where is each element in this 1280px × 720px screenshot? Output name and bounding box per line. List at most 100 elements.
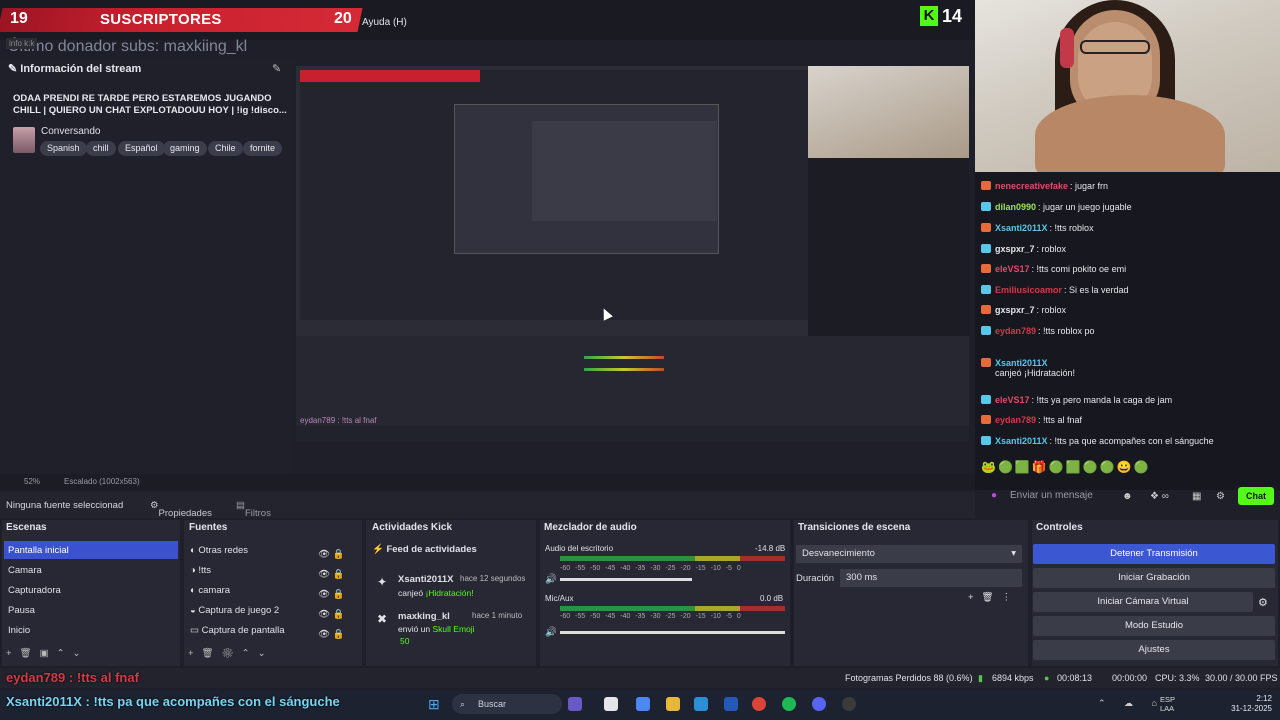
tag[interactable]: fornite: [243, 141, 283, 156]
mic-icon[interactable]: ●: [991, 490, 997, 501]
gift-icon: ✦: [377, 575, 388, 589]
chat-badge-icon: [981, 436, 991, 445]
source-toolbar[interactable]: +🗑⚙⌃⌄: [188, 648, 274, 659]
status-bar: Fotogramas Perdidos 88 (0.6%) ▮ 6894 kbp…: [0, 668, 1280, 688]
emoji-icon[interactable]: ☻: [1122, 491, 1133, 502]
mixer-channel-db: 0.0 dB: [760, 594, 784, 603]
chat-message: Xsanti2011X canjeó ¡Hidratación!: [981, 358, 1075, 378]
chat-username[interactable]: Xsanti2011X: [995, 358, 1048, 368]
kick-event-time: hace 12 segundos: [460, 574, 526, 583]
emote-bar[interactable]: 🐸🟢🟩🎁🟢🟩🟢🟢😀🟢: [981, 460, 1150, 474]
filters-button[interactable]: ▤ Filtros: [236, 500, 271, 519]
visibility-toggles[interactable]: 👁 🔒 👁 🔒 👁 🔒 👁 🔒 👁 🔒: [318, 545, 345, 645]
chat-message: nenecreativefake: jugar frn: [981, 181, 1108, 191]
store-icon[interactable]: ▦: [1192, 491, 1201, 502]
source-item[interactable]: ▭ Captura de pantalla: [190, 625, 285, 636]
chat-text: : jugar frn: [1070, 181, 1109, 191]
scene-item[interactable]: Pantalla inicial: [4, 541, 178, 559]
kick-event-action: canjeó ¡Hidratación!: [398, 588, 474, 598]
chat-username[interactable]: eleVS17: [995, 264, 1030, 274]
chat-username[interactable]: eleVS17: [995, 395, 1030, 405]
chat-username[interactable]: gxspxr_7: [995, 244, 1035, 254]
chat-text: : !tts al fnaf: [1038, 415, 1083, 425]
start-recording-button[interactable]: Iniciar Grabación: [1033, 568, 1275, 588]
tag[interactable]: Spanish: [40, 141, 87, 156]
edit-icon[interactable]: ✎: [272, 62, 281, 75]
properties-button[interactable]: ⚙ Propiedades: [150, 500, 212, 519]
chat-badge-icon: [981, 223, 991, 232]
chat-username[interactable]: Xsanti2011X: [995, 436, 1048, 446]
windows-start-icon[interactable]: ⊞: [428, 696, 440, 713]
spotify-icon[interactable]: [782, 697, 796, 711]
scene-item[interactable]: Inicio: [8, 625, 30, 636]
search-icon: ⌕: [460, 699, 466, 709]
chat-username[interactable]: eydan789: [995, 415, 1036, 425]
obs-icon[interactable]: [842, 697, 856, 711]
close-icon: ✖: [377, 612, 388, 626]
stop-stream-button[interactable]: Detener Transmisión: [1033, 544, 1275, 564]
mixer-channel-name: Audio del escritorio: [545, 544, 614, 553]
tray-icons[interactable]: ⌃ ☁ ⌂: [1098, 698, 1165, 709]
chat-message: gxspxr_7: roblox: [981, 244, 1066, 254]
edge-icon[interactable]: [694, 697, 708, 711]
taskbar-search[interactable]: ⌕ Buscar: [452, 694, 562, 714]
mixer-volume-slider[interactable]: [560, 578, 692, 581]
studio-mode-button[interactable]: Modo Estudio: [1033, 616, 1275, 636]
speaker-icon[interactable]: 🔊: [545, 574, 557, 585]
chrome-icon[interactable]: [752, 697, 766, 711]
speaker-icon[interactable]: 🔊: [545, 627, 557, 638]
scene-item[interactable]: Pausa: [8, 605, 35, 616]
scene-item[interactable]: Camara: [8, 565, 42, 576]
menu-help[interactable]: Ayuda (H): [362, 17, 407, 28]
discord-icon[interactable]: [812, 697, 826, 711]
gear-icon[interactable]: ⚙: [1258, 596, 1268, 609]
duration-input[interactable]: 300 ms: [840, 569, 1022, 587]
folder-icon[interactable]: [666, 697, 680, 711]
tag[interactable]: Español: [118, 141, 165, 156]
bitrate: 6894 kbps: [992, 673, 1034, 683]
transition-select[interactable]: Desvanecimiento ▾: [796, 545, 1022, 563]
chat-text: canjeó ¡Hidratación!: [995, 368, 1076, 378]
program-preview[interactable]: [296, 66, 969, 442]
chat-message: eydan789: !tts al fnaf: [981, 415, 1082, 425]
widgets-icon[interactable]: [568, 697, 582, 711]
tag[interactable]: Chile: [208, 141, 243, 156]
source-item[interactable]: ◐ Otras redes: [190, 545, 248, 556]
chat-username[interactable]: Xsanti2011X: [995, 223, 1048, 233]
scenes-title: Escenas: [6, 522, 47, 533]
source-item[interactable]: ◒ Captura de juego 2: [190, 605, 279, 616]
audio-mixer-dock: [540, 520, 790, 666]
scene-item[interactable]: Capturadora: [8, 585, 61, 596]
zoom-scale[interactable]: Escalado (1002x563): [64, 477, 140, 486]
zoom-percent[interactable]: 52%: [24, 477, 40, 486]
overlay-chat-line: Xsanti2011X : !tts pa que acompañes con …: [6, 694, 340, 709]
transition-toolbar[interactable]: +🗑⋮: [968, 592, 1019, 603]
chat-username[interactable]: gxspxr_7: [995, 305, 1035, 315]
source-item[interactable]: ◑ !tts: [190, 565, 211, 576]
chat-username[interactable]: eydan789: [995, 326, 1036, 336]
taskview-icon[interactable]: [604, 697, 618, 711]
scene-toolbar[interactable]: +🗑▣⌃⌄: [6, 648, 89, 659]
start-virtual-camera-button[interactable]: Iniciar Cámara Virtual: [1033, 592, 1253, 612]
settings-button[interactable]: Ajustes: [1033, 640, 1275, 660]
mixer-channel-name: Mic/Aux: [545, 594, 574, 603]
mixer-volume-slider[interactable]: [560, 631, 785, 634]
tag[interactable]: chill: [86, 141, 116, 156]
chat-send-button[interactable]: Chat: [1238, 487, 1274, 505]
chat-username[interactable]: dilan0990: [995, 202, 1036, 212]
pin-icon: ✎: [8, 63, 21, 75]
preview-zoom-bar: 52% Escalado (1002x563): [0, 474, 975, 490]
taskbar-clock[interactable]: 2:12 31-12-2025: [1222, 694, 1272, 714]
store-icon[interactable]: [724, 697, 738, 711]
stream-info-header: ✎ Información del stream: [8, 63, 142, 75]
chat-username[interactable]: Emiliusicoamor: [995, 285, 1062, 295]
kick-extra-icon[interactable]: ❖ ∞: [1150, 491, 1169, 502]
source-item[interactable]: ◐ camara: [190, 585, 230, 596]
chat-username[interactable]: nenecreativefake: [995, 181, 1068, 191]
tag[interactable]: gaming: [163, 141, 207, 156]
chat-input[interactable]: ● Enviar un mensaje: [977, 484, 1117, 508]
language-indicator[interactable]: ESP LAA: [1160, 695, 1175, 713]
app-icon[interactable]: [636, 697, 650, 711]
subscriber-count: 19: [10, 10, 28, 27]
gear-icon[interactable]: ⚙: [1216, 491, 1225, 502]
